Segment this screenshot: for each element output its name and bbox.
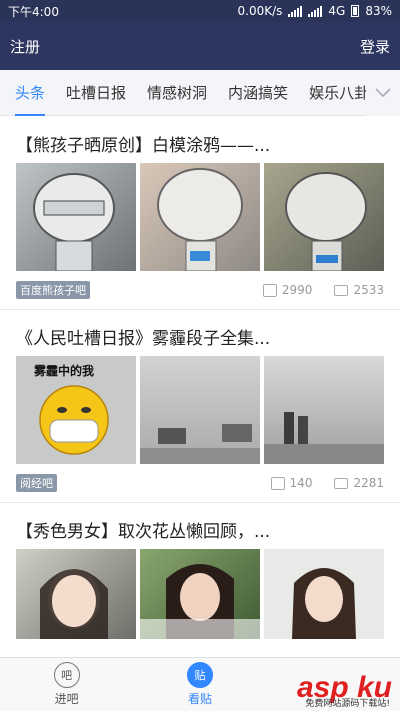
- post-feed: 【熊孩子晒原创】白模涂鸦——... 百度熊孩子吧 2990 2533 《人民吐槽…: [0, 117, 400, 639]
- comment-count[interactable]: 2533: [334, 283, 384, 297]
- post-title[interactable]: 【秀色男女】取次花丛懒回顾，...: [16, 503, 384, 543]
- forum-icon: 吧: [53, 662, 80, 688]
- comment-count-value: 2533: [353, 283, 384, 297]
- post-card[interactable]: 【熊孩子晒原创】白模涂鸦——... 百度熊孩子吧 2990 2533: [0, 117, 400, 310]
- like-count-value: 140: [289, 476, 313, 490]
- status-icons: 0.00K/s 4G 83%: [238, 4, 393, 18]
- signal-icon-2: [308, 5, 323, 17]
- register-button[interactable]: 注册: [10, 36, 40, 57]
- post-image[interactable]: [16, 163, 136, 271]
- thumbs-up-icon: [262, 283, 277, 297]
- posts-icon: 贴: [186, 662, 213, 688]
- post-card[interactable]: 【秀色男女】取次花丛懒回顾，...: [0, 503, 400, 639]
- image-caption: 雾霾中的我: [34, 364, 95, 378]
- post-image[interactable]: [140, 356, 260, 464]
- tab-entertainment[interactable]: 娱乐八卦: [309, 70, 369, 116]
- comment-icon: [334, 477, 349, 489]
- login-button[interactable]: 登录: [360, 36, 390, 57]
- battery-level: 83%: [365, 4, 392, 18]
- tab-headlines[interactable]: 头条: [15, 70, 46, 116]
- nav-label: 进吧: [54, 692, 79, 706]
- post-image[interactable]: [264, 163, 384, 271]
- category-tabs: 头条 吐槽日报 情感树洞 内涵搞笑 娱乐八卦: [0, 70, 400, 116]
- forum-badge[interactable]: 百度熊孩子吧: [16, 281, 90, 299]
- post-image[interactable]: [264, 356, 384, 464]
- tab-roast-daily[interactable]: 吐槽日报: [66, 70, 126, 116]
- tab-emotion[interactable]: 情感树洞: [147, 70, 207, 116]
- post-card[interactable]: 《人民吐槽日报》雾霾段子全集... 雾霾中的我 阅经吧 140 2281: [0, 310, 400, 503]
- post-meta: 百度熊孩子吧 2990 2533: [16, 271, 384, 309]
- post-images: [16, 163, 384, 271]
- post-images: [16, 549, 384, 639]
- post-image[interactable]: [140, 163, 260, 271]
- post-image[interactable]: [264, 549, 384, 639]
- status-time: 下午4:00: [8, 4, 59, 19]
- comment-count-value: 2281: [353, 476, 384, 490]
- post-image[interactable]: [16, 549, 136, 639]
- like-count[interactable]: 2990: [262, 283, 313, 297]
- like-count-value: 2990: [281, 283, 313, 297]
- nav-enter-forum[interactable]: 吧 进吧: [0, 658, 133, 711]
- thumbs-up-icon: [270, 476, 285, 490]
- signal-icon: [288, 5, 303, 17]
- forum-badge[interactable]: 阅经吧: [16, 474, 57, 492]
- battery-icon: [351, 5, 360, 17]
- post-title[interactable]: 《人民吐槽日报》雾霾段子全集...: [16, 310, 384, 350]
- network-type: 4G: [328, 4, 346, 18]
- comment-count[interactable]: 2281: [334, 476, 384, 490]
- post-title[interactable]: 【熊孩子晒原创】白模涂鸦——...: [16, 117, 384, 157]
- post-meta: 阅经吧 140 2281: [16, 464, 384, 502]
- like-count[interactable]: 140: [270, 476, 313, 490]
- watermark-subtitle: 免费网站源码下载站!: [305, 699, 390, 709]
- nav-view-posts[interactable]: 贴 看贴: [133, 658, 266, 711]
- chevron-down-icon[interactable]: [366, 70, 400, 116]
- tab-humor[interactable]: 内涵搞笑: [228, 70, 288, 116]
- nav-label: 看贴: [187, 692, 212, 706]
- post-stats: 140 2281: [270, 476, 384, 490]
- app-header: 注册 登录: [0, 22, 400, 70]
- comment-icon: [334, 284, 349, 296]
- status-bar: 下午4:00 0.00K/s 4G 83%: [0, 0, 400, 22]
- network-speed: 0.00K/s: [237, 4, 283, 18]
- post-images: 雾霾中的我: [16, 356, 384, 464]
- post-image[interactable]: [140, 549, 260, 639]
- post-image[interactable]: 雾霾中的我: [16, 356, 136, 464]
- post-stats: 2990 2533: [262, 283, 384, 297]
